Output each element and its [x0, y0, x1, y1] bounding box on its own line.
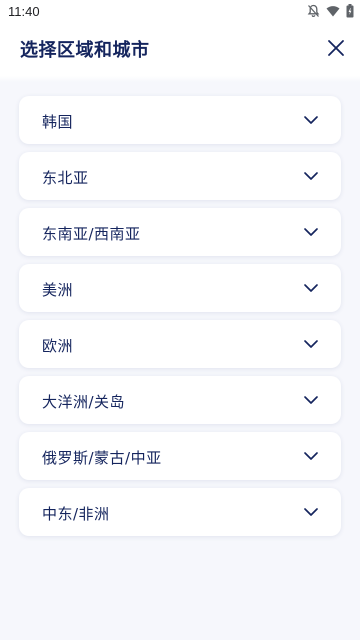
- chevron-down-icon: [304, 228, 318, 236]
- region-label: 东北亚: [42, 169, 89, 187]
- region-item-americas[interactable]: 美洲: [19, 264, 341, 312]
- region-item-oceania-guam[interactable]: 大洋洲/关岛: [19, 376, 341, 424]
- header: 选择区域和城市: [0, 24, 360, 76]
- region-item-russia-mongolia-central-asia[interactable]: 俄罗斯/蒙古/中亚: [19, 432, 341, 480]
- close-icon: [328, 40, 344, 56]
- region-label: 韩国: [42, 113, 74, 131]
- header-divider: [0, 76, 360, 82]
- region-item-korea[interactable]: 韩国: [19, 96, 341, 144]
- chevron-down-icon: [304, 284, 318, 292]
- region-label: 美洲: [42, 281, 74, 299]
- battery-icon: [346, 4, 354, 18]
- region-item-northeast-asia[interactable]: 东北亚: [19, 152, 341, 200]
- chevron-down-icon: [304, 340, 318, 348]
- chevron-down-icon: [304, 116, 318, 124]
- chevron-down-icon: [304, 172, 318, 180]
- region-item-southeast-southwest-asia[interactable]: 东南亚/西南亚: [19, 208, 341, 256]
- region-label: 大洋洲/关岛: [42, 393, 126, 411]
- region-label: 俄罗斯/蒙古/中亚: [42, 449, 162, 467]
- region-label: 中东/非洲: [42, 505, 110, 523]
- status-time: 11:40: [8, 4, 40, 19]
- close-button[interactable]: [326, 38, 346, 58]
- wifi-icon: [326, 5, 340, 17]
- chevron-down-icon: [304, 396, 318, 404]
- region-item-middle-east-africa[interactable]: 中东/非洲: [19, 488, 341, 536]
- region-list: 韩国 东北亚 东南亚/西南亚 美洲 欧洲 大洋洲/关岛 俄罗斯/蒙古/中亚 中东…: [19, 96, 341, 544]
- chevron-down-icon: [304, 508, 318, 516]
- region-label: 东南亚/西南亚: [42, 225, 141, 243]
- region-item-europe[interactable]: 欧洲: [19, 320, 341, 368]
- notifications-off-icon: [307, 4, 320, 18]
- status-icons: [307, 4, 354, 18]
- status-bar: 11:40: [0, 0, 360, 24]
- page-title: 选择区域和城市: [20, 40, 150, 61]
- region-label: 欧洲: [42, 337, 74, 355]
- chevron-down-icon: [304, 452, 318, 460]
